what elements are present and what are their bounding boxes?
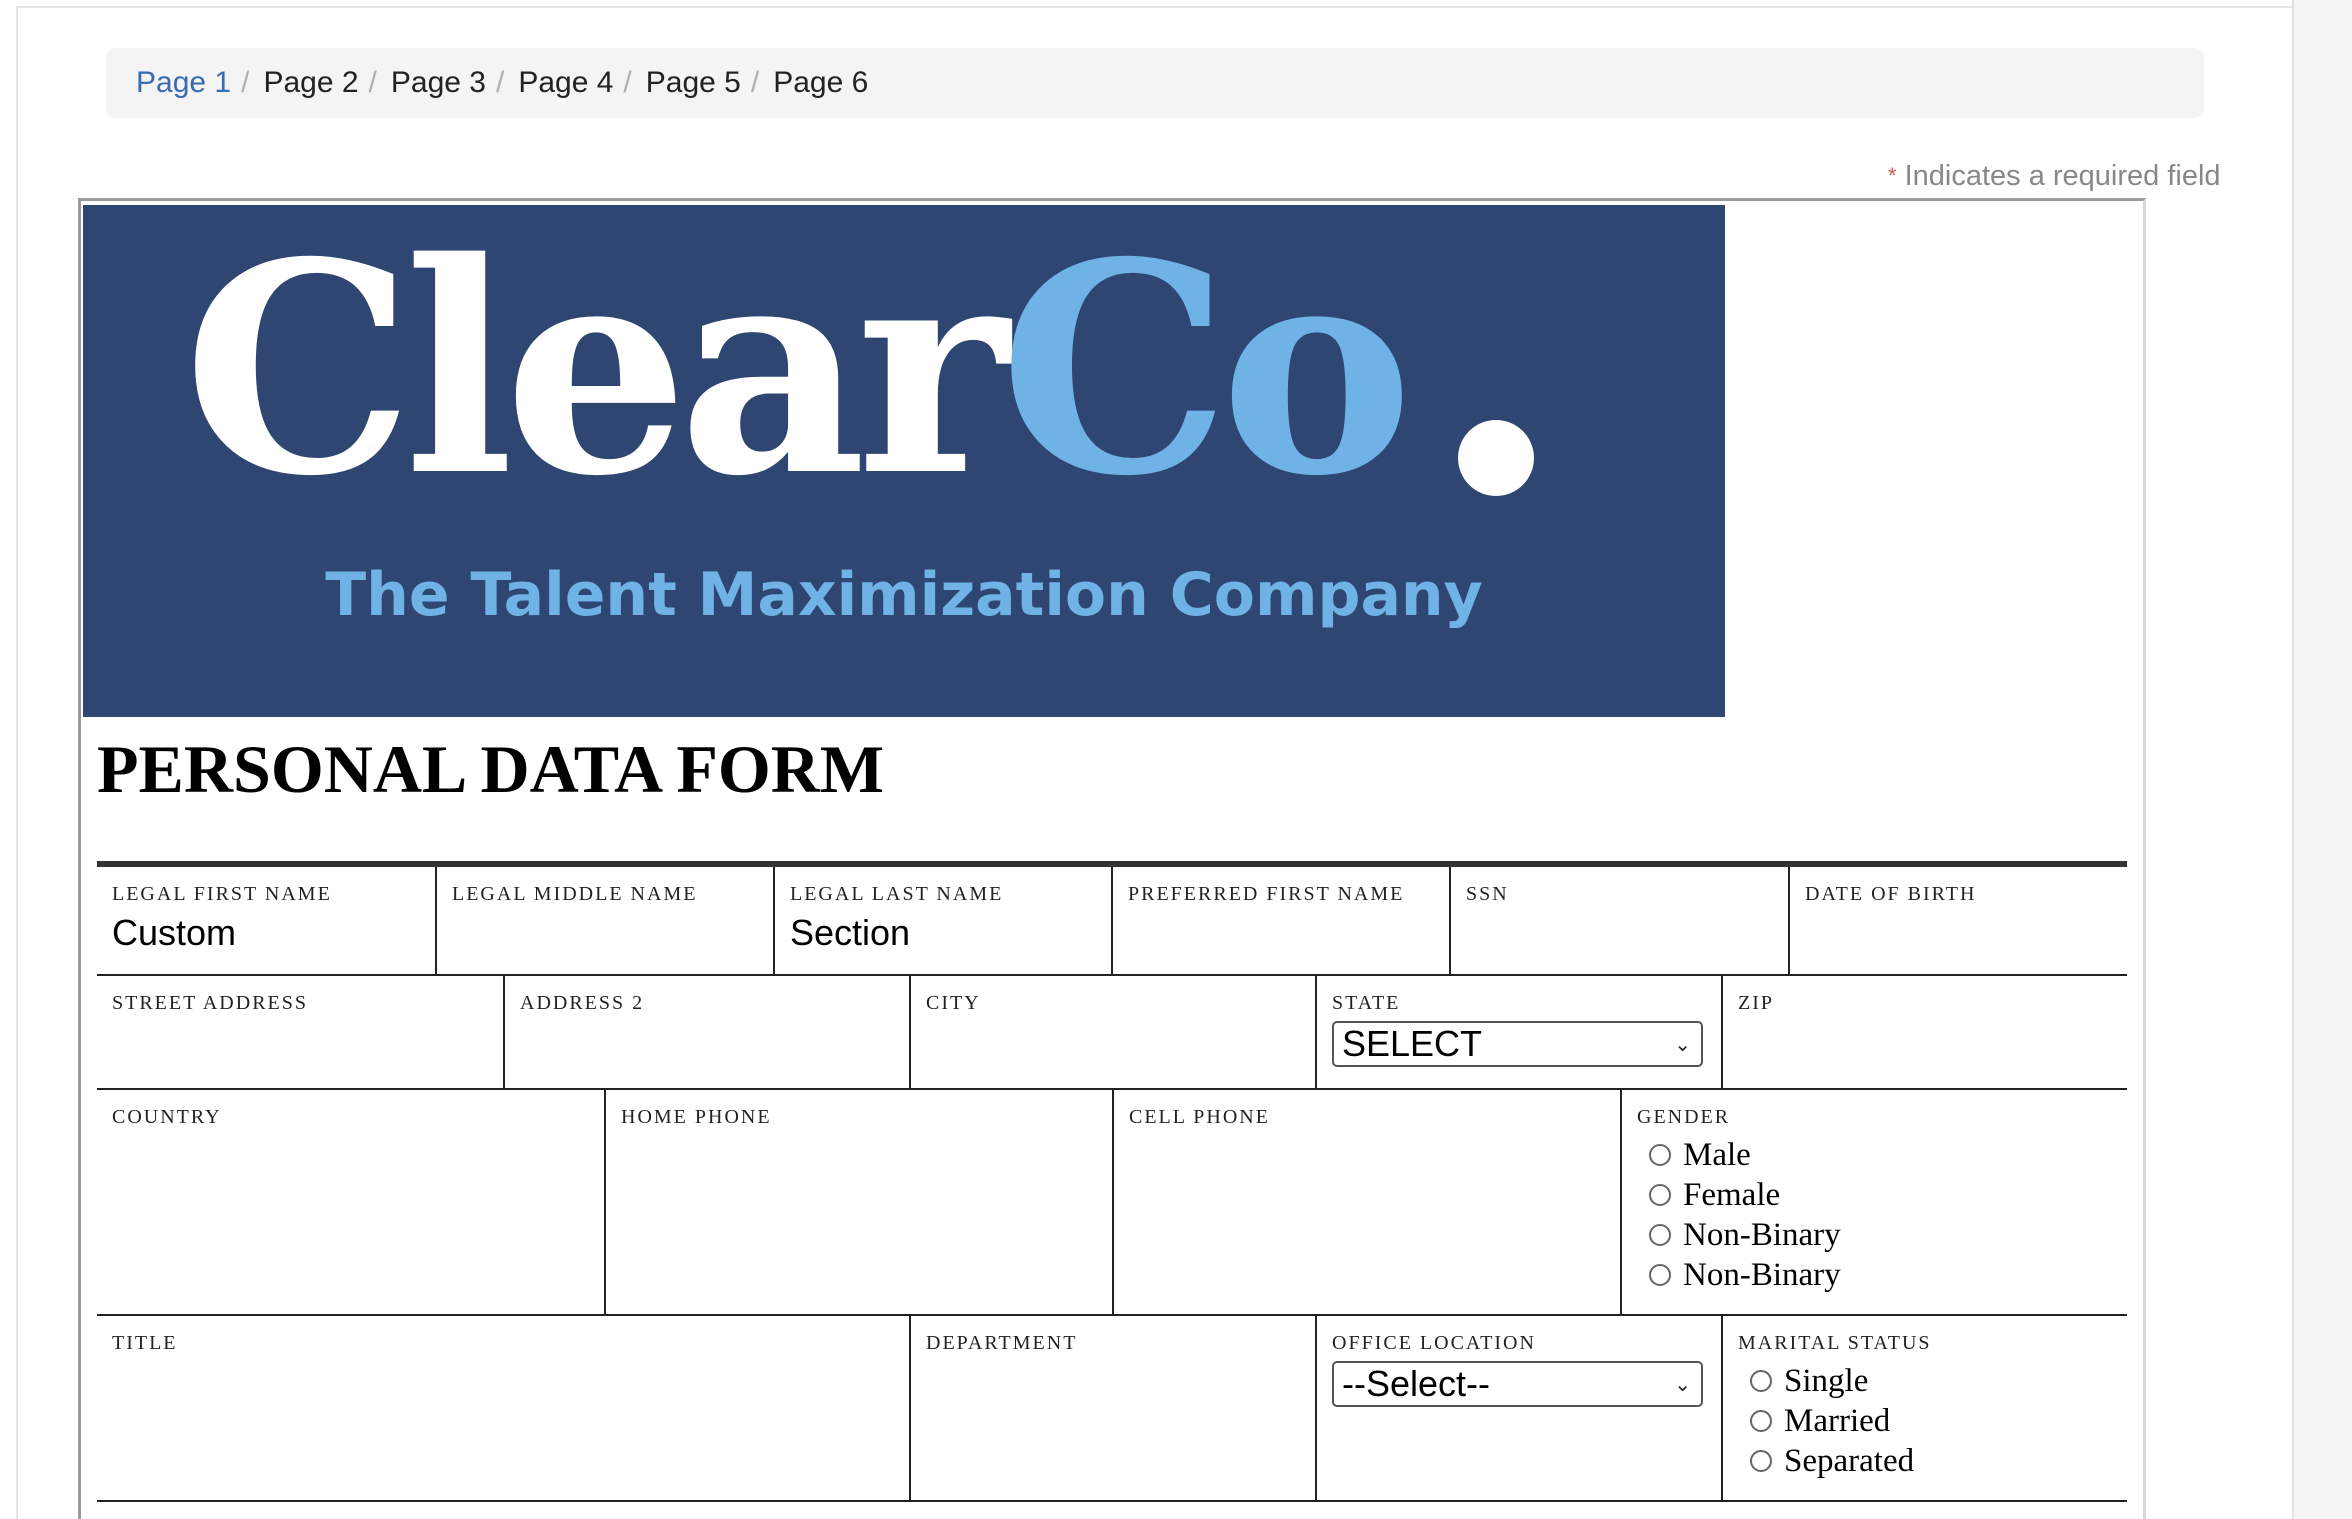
breadcrumb-page-3[interactable]: Page 3 [391, 66, 486, 100]
breadcrumb-page-6[interactable]: Page 6 [773, 66, 868, 100]
country-field[interactable]: COUNTRY [97, 1090, 604, 1314]
title-field[interactable]: TITLE [97, 1316, 909, 1500]
legal-last-name-label: LEGAL LAST NAME [790, 883, 1004, 905]
state-field: STATE SELECT ⌄ [1315, 976, 1721, 1088]
page-frame-left [16, 6, 18, 1519]
form-row-names: LEGAL FIRST NAME Custom LEGAL MIDDLE NAM… [97, 867, 2127, 976]
form-row-employment: TITLE DEPARTMENT OFFICE LOCATION --Selec… [97, 1316, 2127, 1502]
home-phone-field[interactable]: HOME PHONE [604, 1090, 1112, 1314]
address2-field[interactable]: ADDRESS 2 [503, 976, 909, 1088]
radio-icon[interactable] [1649, 1144, 1671, 1166]
marital-option-label: Separated [1784, 1442, 1915, 1479]
office-location-select[interactable]: --Select-- ⌄ [1332, 1361, 1703, 1407]
breadcrumb-separator: / [495, 66, 505, 99]
department-field[interactable]: DEPARTMENT [909, 1316, 1315, 1500]
cell-phone-label: CELL PHONE [1129, 1106, 1270, 1128]
gender-option-label: Non-Binary [1683, 1256, 1841, 1293]
legal-middle-name-label: LEGAL MIDDLE NAME [452, 883, 698, 905]
radio-icon[interactable] [1649, 1184, 1671, 1206]
city-field[interactable]: CITY [909, 976, 1315, 1088]
company-banner: ClearCo The Talent Maximization Company [83, 205, 1725, 717]
required-field-note: * Indicates a required field [1888, 160, 2221, 193]
breadcrumb-separator: / [750, 66, 760, 99]
radio-icon[interactable] [1649, 1224, 1671, 1246]
address2-label: ADDRESS 2 [520, 992, 645, 1014]
title-label: TITLE [112, 1332, 178, 1354]
radio-icon[interactable] [1649, 1264, 1671, 1286]
gender-option-label: Female [1683, 1176, 1781, 1213]
gender-option-label: Non-Binary [1683, 1216, 1841, 1253]
street-address-label: STREET ADDRESS [112, 992, 308, 1014]
legal-first-name-field[interactable]: LEGAL FIRST NAME Custom [97, 867, 435, 974]
breadcrumb-separator: / [623, 66, 632, 99]
city-label: CITY [926, 992, 981, 1014]
radio-icon[interactable] [1750, 1410, 1772, 1432]
company-logo: ClearCo [183, 225, 1413, 515]
marital-option-separated[interactable]: Separated [1738, 1441, 2127, 1481]
breadcrumb-page-4[interactable]: Page 4 [518, 66, 613, 100]
page-frame-top [16, 6, 2292, 8]
office-location-field: OFFICE LOCATION --Select-- ⌄ [1315, 1316, 1721, 1500]
logo-word-clear: Clear [183, 200, 1009, 540]
legal-last-name-value[interactable]: Section [790, 912, 910, 953]
legal-first-name-value[interactable]: Custom [112, 912, 236, 953]
country-label: COUNTRY [112, 1106, 222, 1128]
home-phone-label: HOME PHONE [621, 1106, 772, 1128]
date-of-birth-label: DATE OF BIRTH [1805, 883, 1977, 905]
marital-status-label: MARITAL STATUS [1738, 1332, 1932, 1354]
marital-option-label: Single [1784, 1362, 1869, 1399]
cell-phone-field[interactable]: CELL PHONE [1112, 1090, 1620, 1314]
marital-option-single[interactable]: Single [1738, 1361, 2127, 1401]
department-label: DEPARTMENT [926, 1332, 1078, 1354]
legal-first-name-label: LEGAL FIRST NAME [112, 883, 332, 905]
form-row-contact: COUNTRY HOME PHONE CELL PHONE GENDER Mal… [97, 1090, 2127, 1316]
required-star-icon: * [1888, 163, 1897, 188]
state-selected-value: SELECT [1342, 1023, 1483, 1064]
breadcrumb-separator: / [241, 66, 250, 99]
breadcrumb-page-2[interactable]: Page 2 [263, 66, 358, 100]
state-label: STATE [1332, 992, 1401, 1014]
state-select[interactable]: SELECT ⌄ [1332, 1021, 1703, 1067]
marital-option-married[interactable]: Married [1738, 1401, 2127, 1441]
breadcrumb: Page 1 / Page 2 / Page 3 / Page 4 / Page… [106, 48, 2204, 118]
marital-option-label: Married [1784, 1402, 1891, 1439]
gender-label: GENDER [1637, 1106, 1731, 1128]
right-gutter [2292, 0, 2352, 1519]
gender-option-non-binary[interactable]: Non-Binary [1637, 1215, 2127, 1255]
gender-option-female[interactable]: Female [1637, 1175, 2127, 1215]
zip-field[interactable]: ZIP [1721, 976, 2127, 1088]
company-tagline: The Talent Maximization Company [325, 560, 1483, 630]
marital-status-field: MARITAL STATUS Single Married Separated [1721, 1316, 2127, 1500]
preferred-first-name-label: PREFERRED FIRST NAME [1128, 883, 1405, 905]
zip-label: ZIP [1738, 992, 1774, 1014]
breadcrumb-page-1[interactable]: Page 1 [136, 66, 231, 100]
logo-word-co: Co [999, 200, 1413, 540]
gender-field: GENDER Male Female Non-Binary Non-Binary [1620, 1090, 2127, 1314]
gender-option-label: Male [1683, 1136, 1751, 1173]
ssn-field[interactable]: SSN [1449, 867, 1788, 974]
radio-icon[interactable] [1750, 1370, 1772, 1392]
radio-icon[interactable] [1750, 1450, 1772, 1472]
chevron-down-icon: ⌄ [1674, 1373, 1691, 1396]
ssn-label: SSN [1466, 883, 1509, 905]
form-title: PERSONAL DATA FORM [97, 731, 885, 807]
breadcrumb-separator: / [368, 66, 377, 99]
form-row-address: STREET ADDRESS ADDRESS 2 CITY STATE SELE… [97, 976, 2127, 1090]
office-location-label: OFFICE LOCATION [1332, 1332, 1536, 1354]
gender-option-male[interactable]: Male [1637, 1135, 2127, 1175]
chevron-down-icon: ⌄ [1674, 1033, 1691, 1056]
legal-last-name-field[interactable]: LEGAL LAST NAME Section [773, 867, 1111, 974]
preferred-first-name-field[interactable]: PREFERRED FIRST NAME [1111, 867, 1449, 974]
breadcrumb-page-5[interactable]: Page 5 [646, 66, 741, 100]
date-of-birth-field[interactable]: DATE OF BIRTH [1788, 867, 2127, 974]
logo-dot [1458, 420, 1534, 496]
legal-middle-name-field[interactable]: LEGAL MIDDLE NAME [435, 867, 773, 974]
required-note-text: Indicates a required field [1904, 160, 2221, 192]
street-address-field[interactable]: STREET ADDRESS [97, 976, 503, 1088]
office-location-selected-value: --Select-- [1342, 1363, 1491, 1404]
gender-option-non-binary-2[interactable]: Non-Binary [1637, 1255, 2127, 1295]
